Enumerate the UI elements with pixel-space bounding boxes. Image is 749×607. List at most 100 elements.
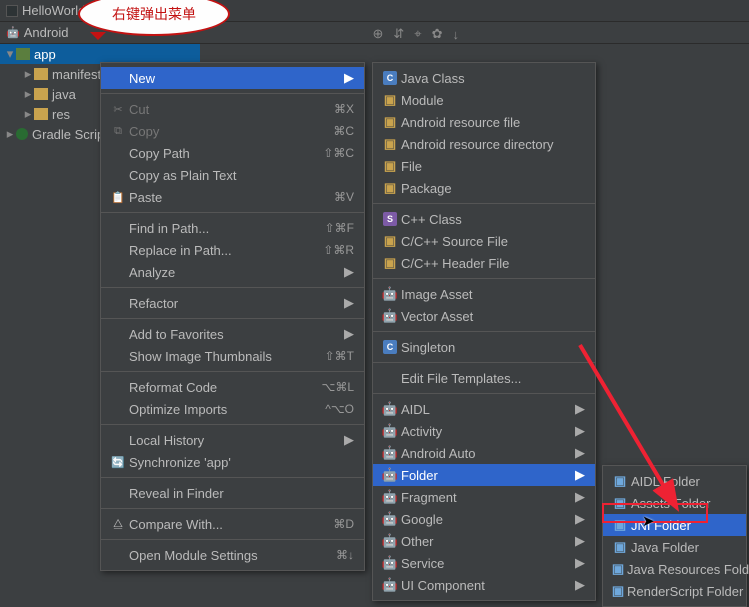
menu-item[interactable]: 🤖AIDL▶ [373, 398, 595, 420]
menu-item[interactable]: 🤖Google▶ [373, 508, 595, 530]
android-icon: 🤖 [381, 446, 399, 460]
file-icon: ▣ [381, 159, 399, 173]
menu-item-label: Assets Folder [631, 496, 736, 511]
menu-item[interactable]: Reformat Code⌥⌘L [101, 376, 364, 398]
menu-item[interactable]: Edit File Templates... [373, 367, 595, 389]
menu-item[interactable]: ▣Assets Folder [603, 492, 746, 514]
menu-item[interactable]: Find in Path...⇧⌘F [101, 217, 364, 239]
menu-item[interactable]: CSingleton [373, 336, 595, 358]
submenu-arrow-icon: ▶ [344, 264, 354, 280]
submenu-arrow-icon: ▶ [575, 401, 585, 417]
menu-item[interactable]: 🤖Fragment▶ [373, 486, 595, 508]
menu-item[interactable]: Open Module Settings⌘↓ [101, 544, 364, 566]
menu-item[interactable]: Refactor▶ [101, 292, 364, 314]
menu-item-label: Optimize Imports [129, 402, 301, 417]
android-icon: 🤖 [381, 578, 399, 592]
menu-separator [101, 424, 364, 425]
menu-item-label: Copy Path [129, 146, 299, 161]
disclosure-icon[interactable] [4, 46, 16, 62]
menu-item-label: Service [401, 556, 557, 571]
project-name: HelloWorld [22, 3, 85, 18]
menu-item[interactable]: 🤖UI Component▶ [373, 574, 595, 596]
android-icon: 🤖 [381, 468, 399, 482]
file-icon: ▣ [381, 181, 399, 195]
project-icon [6, 5, 18, 17]
menu-item-label: Image Asset [401, 287, 585, 302]
menu-item[interactable]: 🤖Android Auto▶ [373, 442, 595, 464]
menu-icon: ⧋ [109, 518, 127, 531]
menu-item[interactable]: 🤖Other▶ [373, 530, 595, 552]
toolbar-gear-icon[interactable]: ✿ [432, 26, 443, 42]
menu-item[interactable]: Local History▶ [101, 429, 364, 451]
disclosure-icon[interactable] [22, 106, 34, 122]
menu-item-label: Copy [129, 124, 309, 139]
menu-item[interactable]: ▣Android resource file [373, 111, 595, 133]
android-icon: 🤖 [381, 490, 399, 504]
android-icon: 🤖 [381, 309, 399, 323]
menu-item[interactable]: 🤖Activity ▶ [373, 420, 595, 442]
toolbar-collapse-icon[interactable]: ↓ [453, 27, 460, 42]
menu-item-label: Java Resources Folder [627, 562, 749, 577]
android-icon: 🤖 [381, 402, 399, 416]
android-icon: 🤖 [381, 556, 399, 570]
menu-item[interactable]: ▣Package [373, 177, 595, 199]
menu-item[interactable]: Reveal in Finder [101, 482, 364, 504]
menu-item-label: Java Class [401, 71, 585, 86]
view-mode-label[interactable]: Android [24, 25, 69, 40]
menu-item[interactable]: 🔄Synchronize 'app' [101, 451, 364, 473]
menu-item-label: Refactor [129, 296, 326, 311]
menu-item[interactable]: Replace in Path...⇧⌘R [101, 239, 364, 261]
menu-item-label: Paste [129, 190, 310, 205]
toolbar-icon[interactable]: ⇵ [393, 26, 404, 42]
menu-item[interactable]: ▣Java Resources Folder [603, 558, 746, 580]
toolbar-icon[interactable]: ⌖ [414, 26, 421, 42]
menu-item[interactable]: New▶ [101, 67, 364, 89]
disclosure-icon[interactable] [22, 86, 34, 102]
menu-separator [373, 393, 595, 394]
menu-item[interactable]: ▣RenderScript Folder [603, 580, 746, 602]
menu-item[interactable]: Copy Path⇧⌘C [101, 142, 364, 164]
menu-item-label: Activity [401, 424, 557, 439]
submenu-arrow-icon: ▶ [575, 423, 585, 439]
menu-item[interactable]: ▣Android resource directory [373, 133, 595, 155]
menu-item[interactable]: SC++ Class [373, 208, 595, 230]
menu-item[interactable]: ▣Java Folder [603, 536, 746, 558]
menu-item[interactable]: ⧋Compare With...⌘D [101, 513, 364, 535]
menu-item-label: Show Image Thumbnails [129, 349, 301, 364]
disclosure-icon[interactable] [22, 66, 34, 82]
menu-item[interactable]: ▣Module [373, 89, 595, 111]
menu-item-label: Folder [401, 468, 557, 483]
menu-item-label: Compare With... [129, 517, 309, 532]
menu-item[interactable]: ▣C/C++ Source File [373, 230, 595, 252]
menu-item[interactable]: ▣C/C++ Header File [373, 252, 595, 274]
submenu-arrow-icon: ▶ [344, 326, 354, 342]
menu-item[interactable]: ▣File [373, 155, 595, 177]
file-icon: ▣ [381, 115, 399, 129]
menu-item[interactable]: Analyze▶ [101, 261, 364, 283]
folder-icon: ▣ [611, 562, 625, 576]
menu-item[interactable]: ▣AIDL Folder [603, 470, 746, 492]
menu-item-label: UI Component [401, 578, 557, 593]
menu-item[interactable]: 🤖Image Asset [373, 283, 595, 305]
menu-item[interactable]: 🤖Service▶ [373, 552, 595, 574]
android-icon: 🤖 [381, 287, 399, 301]
menu-item-label: Find in Path... [129, 221, 301, 236]
struct-icon: S [381, 212, 399, 226]
menu-item[interactable]: Optimize Imports^⌥O [101, 398, 364, 420]
folder-icon [34, 68, 48, 80]
menu-item[interactable]: Show Image Thumbnails⇧⌘T [101, 345, 364, 367]
menu-item[interactable]: 🤖Folder▶ [373, 464, 595, 486]
menu-item[interactable]: Copy as Plain Text [101, 164, 364, 186]
menu-item[interactable]: 🤖Vector Asset [373, 305, 595, 327]
context-menu: New▶✂Cut⌘X⧉Copy⌘CCopy Path⇧⌘CCopy as Pla… [100, 62, 365, 571]
disclosure-icon[interactable] [4, 126, 16, 142]
menu-item[interactable]: Add to Favorites▶ [101, 323, 364, 345]
android-icon: 🤖 [381, 424, 399, 438]
menu-item[interactable]: ▣JNI Folder [603, 514, 746, 536]
toolbar-icon[interactable]: ⊕ [372, 26, 383, 42]
folder-icon: ▣ [611, 518, 629, 532]
file-icon: ▣ [381, 93, 399, 107]
menu-item-label: Java Folder [631, 540, 736, 555]
menu-item[interactable]: 📋Paste⌘V [101, 186, 364, 208]
menu-item[interactable]: CJava Class [373, 67, 595, 89]
